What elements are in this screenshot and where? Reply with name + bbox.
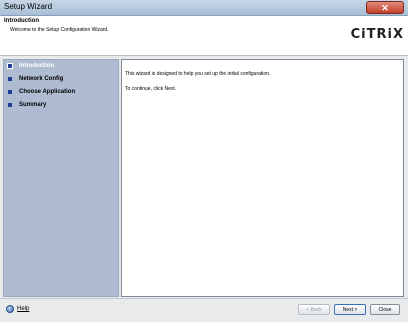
title-bar: Setup Wizard ✕ (0, 0, 408, 16)
page-title: Introduction (4, 18, 39, 24)
sidebar-item-summary[interactable]: Summary (6, 101, 116, 112)
continue-instruction: To continue, click Next. (125, 86, 177, 92)
sidebar-item-label: Choose Application (19, 89, 76, 95)
wizard-content-panel: This wizard is designed to help you set … (121, 59, 404, 297)
window-close-button[interactable]: ✕ (366, 1, 404, 14)
sidebar-item-network-config[interactable]: Network Config (6, 75, 116, 86)
wizard-header: Introduction Welcome to the Setup Config… (0, 16, 408, 56)
intro-text: This wizard is designed to help you set … (125, 71, 271, 77)
wizard-steps-sidebar: Introduction Network Config Choose Appli… (3, 59, 119, 297)
page-subtitle: Welcome to the Setup Configuration Wizar… (10, 27, 109, 33)
sidebar-item-introduction[interactable]: Introduction (6, 62, 116, 73)
help-link[interactable]: Help (17, 306, 29, 312)
setup-wizard-window: Setup Wizard ✕ Introduction Welcome to t… (0, 0, 408, 322)
step-bullet-icon (8, 103, 12, 107)
next-button[interactable]: Next > (334, 304, 366, 315)
help-icon[interactable] (6, 305, 14, 313)
step-bullet-icon (8, 77, 12, 81)
close-button[interactable]: Close (370, 304, 400, 315)
sidebar-item-label: Introduction (19, 63, 54, 69)
window-title: Setup Wizard (4, 2, 53, 11)
back-button[interactable]: < Back (298, 304, 330, 315)
step-bullet-icon (7, 63, 13, 69)
sidebar-item-label: Network Config (19, 76, 64, 82)
citrix-logo: CiTRiX (350, 27, 404, 42)
wizard-footer: Help < Back Next > Close (0, 298, 408, 322)
step-bullet-icon (8, 90, 12, 94)
sidebar-item-label: Summary (19, 102, 47, 108)
sidebar-item-choose-application[interactable]: Choose Application (6, 88, 116, 99)
